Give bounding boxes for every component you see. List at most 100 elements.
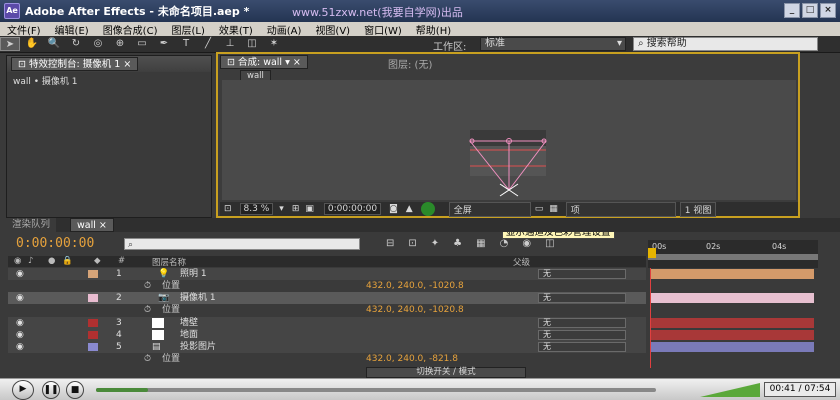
close-button[interactable]: × <box>820 3 836 18</box>
clone-stamp-tool-icon[interactable]: ⊥ <box>220 37 240 51</box>
menu-animation[interactable]: 动画(A) <box>260 22 309 37</box>
tab-timeline-wall[interactable]: wall × <box>70 218 114 232</box>
workspace-select[interactable]: 标准 ▾ <box>480 37 626 51</box>
eye-icon[interactable]: ◉ <box>16 341 24 353</box>
grid-icon[interactable]: ⊞ <box>292 204 300 214</box>
property-value[interactable]: 432.0, 240.0, -1020.8 <box>366 280 464 292</box>
parent-select[interactable]: 无 <box>538 293 626 303</box>
label-color-swatch[interactable] <box>88 331 98 339</box>
layer-duration-bar[interactable] <box>650 293 814 303</box>
hand-tool-icon[interactable]: ✋ <box>22 37 42 51</box>
tab-composition[interactable]: ⊡ 合成: wall ▾ × <box>220 55 308 69</box>
region-icon[interactable]: ▣ <box>305 204 314 214</box>
eye-icon[interactable]: ◉ <box>16 268 24 280</box>
menu-edit[interactable]: 编辑(E) <box>48 22 96 37</box>
fast-previews-icon[interactable]: ▭ <box>535 204 544 214</box>
stopwatch-icon[interactable]: ⏱ <box>144 353 151 365</box>
layer-search-input[interactable]: ⌕ <box>124 238 360 250</box>
menu-composition[interactable]: 图像合成(C) <box>96 22 165 37</box>
pause-icon[interactable]: ❚❚ <box>42 381 60 399</box>
time-ruler[interactable]: 00s 02s 04s <box>648 240 818 268</box>
stop-icon[interactable]: ■ <box>66 381 84 399</box>
toggle-switches-modes-button[interactable]: 切换开关 / 模式 <box>366 367 526 378</box>
layer-row[interactable]: ◉ 1 💡 照明 1 无 <box>8 268 646 280</box>
tab-render-queue[interactable]: 渲染队列 <box>6 218 57 232</box>
layer-duration-bar[interactable] <box>650 330 814 340</box>
volume-slider[interactable] <box>700 383 760 397</box>
orbit-camera-tool-icon[interactable]: ◎ <box>88 37 108 51</box>
menu-view[interactable]: 视图(V) <box>308 22 357 37</box>
composition-viewer[interactable] <box>222 80 796 200</box>
layer-name[interactable]: 照明 1 <box>180 268 207 280</box>
label-color-swatch[interactable] <box>88 343 98 351</box>
label-color-swatch[interactable] <box>88 319 98 327</box>
layer-row[interactable]: ◉ 3 墙壁 无 <box>8 317 646 329</box>
seek-bar[interactable] <box>96 388 656 392</box>
eye-icon[interactable]: ◉ <box>16 329 24 341</box>
motion-blur-icon[interactable]: ◔ <box>500 238 509 250</box>
layer-name[interactable]: 地面 <box>180 329 198 341</box>
playhead[interactable] <box>648 248 656 258</box>
brainstorm-icon[interactable]: ◉ <box>522 238 531 250</box>
menu-file[interactable]: 文件(F) <box>0 22 48 37</box>
draft-3d-icon[interactable]: ✦ <box>431 238 439 250</box>
frame-blending-icon[interactable]: ▦ <box>476 238 485 250</box>
layer-duration-bar[interactable] <box>650 342 814 352</box>
comp-mini-flowchart-icon[interactable]: ⊟ <box>386 238 394 250</box>
channel-color-management-icon[interactable] <box>420 202 435 216</box>
layer-name[interactable]: 墙壁 <box>180 317 198 329</box>
pen-tool-icon[interactable]: ✒ <box>154 37 174 51</box>
layer-row[interactable]: ◉ 4 地面 无 <box>8 329 646 341</box>
stopwatch-icon[interactable]: ⏱ <box>144 280 151 292</box>
comp-timecode[interactable]: 0:00:00:00 <box>323 203 382 215</box>
property-value[interactable]: 432.0, 240.0, -1020.8 <box>366 304 464 316</box>
menu-help[interactable]: 帮助(H) <box>409 22 458 37</box>
label-color-swatch[interactable] <box>88 270 98 278</box>
layer-duration-bar[interactable] <box>650 318 814 328</box>
layer-row[interactable]: ◉ 2 📷 摄像机 1 无 <box>8 292 646 304</box>
always-preview-icon[interactable]: ⊡ <box>224 204 232 214</box>
view-mode-select[interactable]: 项 <box>565 201 676 217</box>
layer-name[interactable]: 投影图片 <box>180 341 216 353</box>
stopwatch-icon[interactable]: ⏱ <box>144 304 151 316</box>
rotate-tool-icon[interactable]: ↻ <box>66 37 86 51</box>
pan-behind-tool-icon[interactable]: ⊕ <box>110 37 130 51</box>
live-update-icon[interactable]: ⊡ <box>408 238 416 250</box>
parent-select[interactable]: 无 <box>538 342 626 352</box>
minimize-button[interactable]: _ <box>784 3 800 18</box>
property-value[interactable]: 432.0, 240.0, -821.8 <box>366 353 458 365</box>
resolution-select[interactable]: 全屏 <box>448 201 531 217</box>
eye-icon[interactable]: ◉ <box>16 292 24 304</box>
rectangle-tool-icon[interactable]: ▭ <box>132 37 152 51</box>
parent-select[interactable]: 无 <box>538 330 626 340</box>
graph-editor-icon[interactable]: ◫ <box>545 238 554 250</box>
view-layout-select[interactable]: 1 视图 <box>679 201 717 217</box>
parent-select[interactable]: 无 <box>538 318 626 328</box>
zoom-tool-icon[interactable]: 🔍 <box>44 37 64 51</box>
layer-row[interactable]: ◉ 5 ▤ 投影图片 无 <box>8 341 646 353</box>
text-tool-icon[interactable]: T <box>176 37 196 51</box>
parent-select[interactable]: 无 <box>538 269 626 279</box>
tab-effect-controls[interactable]: ⊡ 特效控制台: 摄像机 1 × <box>11 57 139 71</box>
selection-tool-icon[interactable]: ➤ <box>0 37 20 51</box>
current-time-display[interactable]: 0:00:00:00 <box>16 236 94 251</box>
show-snapshot-icon[interactable]: ▲ <box>406 204 413 214</box>
tab-layer[interactable]: 图层: (无) <box>388 56 432 71</box>
zoom-select[interactable]: 8.3 % <box>239 203 274 215</box>
play-icon[interactable]: ▶ <box>12 380 34 400</box>
transparency-grid-icon[interactable]: ▦ <box>549 204 558 214</box>
label-color-swatch[interactable] <box>88 294 98 302</box>
brush-tool-icon[interactable]: ╱ <box>198 37 218 51</box>
puppet-tool-icon[interactable]: ✶ <box>264 37 284 51</box>
eraser-tool-icon[interactable]: ◫ <box>242 37 262 51</box>
menu-window[interactable]: 窗口(W) <box>357 22 409 37</box>
eye-icon[interactable]: ◉ <box>16 317 24 329</box>
menu-layer[interactable]: 图层(L) <box>164 22 211 37</box>
maximize-button[interactable]: □ <box>802 3 818 18</box>
menu-effect[interactable]: 效果(T) <box>212 22 260 37</box>
snapshot-icon[interactable]: ◙ <box>389 204 398 214</box>
shy-icon[interactable]: ♣ <box>453 238 462 250</box>
help-search-input[interactable]: ⌕ 搜索帮助 <box>633 37 818 51</box>
work-area-bar[interactable] <box>648 254 818 260</box>
layer-name[interactable]: 摄像机 1 <box>180 292 216 304</box>
